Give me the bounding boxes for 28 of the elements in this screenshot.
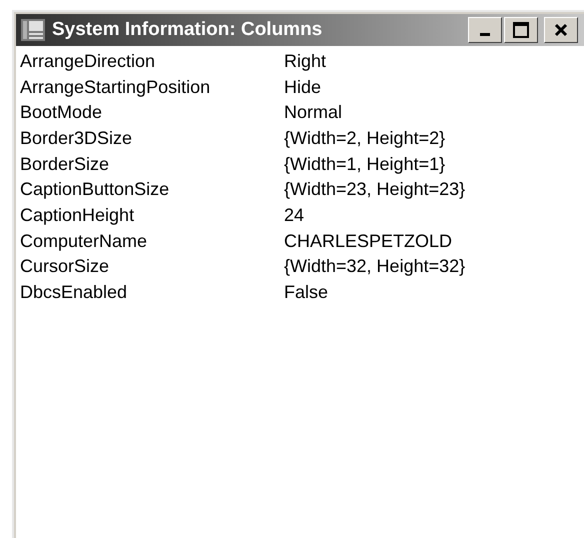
property-name: BorderSize <box>20 154 110 173</box>
property-name: CaptionButtonSize <box>20 180 170 198</box>
minimize-icon <box>480 33 490 36</box>
property-value: Hide <box>284 78 322 96</box>
property-value: False <box>284 283 328 302</box>
minimize-button[interactable] <box>468 17 502 43</box>
property-name: ComputerName <box>20 232 148 250</box>
app-icon <box>20 17 46 43</box>
property-name: Border3DSize <box>20 128 134 147</box>
maximize-icon <box>513 22 529 38</box>
maximize-button[interactable] <box>504 17 538 43</box>
property-name: ArrangeDirection <box>20 52 156 70</box>
property-value: {Width=2, Height=2} <box>284 128 446 147</box>
property-name: DbcsEnabled <box>20 283 128 302</box>
property-value: {Width=32, Height=32} <box>284 257 466 276</box>
property-value: {Width=23, Height=23} <box>284 180 466 198</box>
property-value: {Width=1, Height=1} <box>284 154 446 173</box>
property-name: CaptionHeight <box>20 206 136 224</box>
property-value: Normal <box>284 103 342 122</box>
property-name: ArrangeStartingPosition <box>20 78 212 96</box>
property-name: BootMode <box>20 103 104 122</box>
close-icon <box>554 23 568 37</box>
property-value: Right <box>284 52 326 70</box>
property-value: CHARLESPETZOLD <box>284 232 452 250</box>
window-title: System Information: Columns <box>52 18 324 42</box>
close-button[interactable] <box>544 17 578 43</box>
property-name: CursorSize <box>20 257 110 276</box>
property-value: 24 <box>284 206 304 224</box>
